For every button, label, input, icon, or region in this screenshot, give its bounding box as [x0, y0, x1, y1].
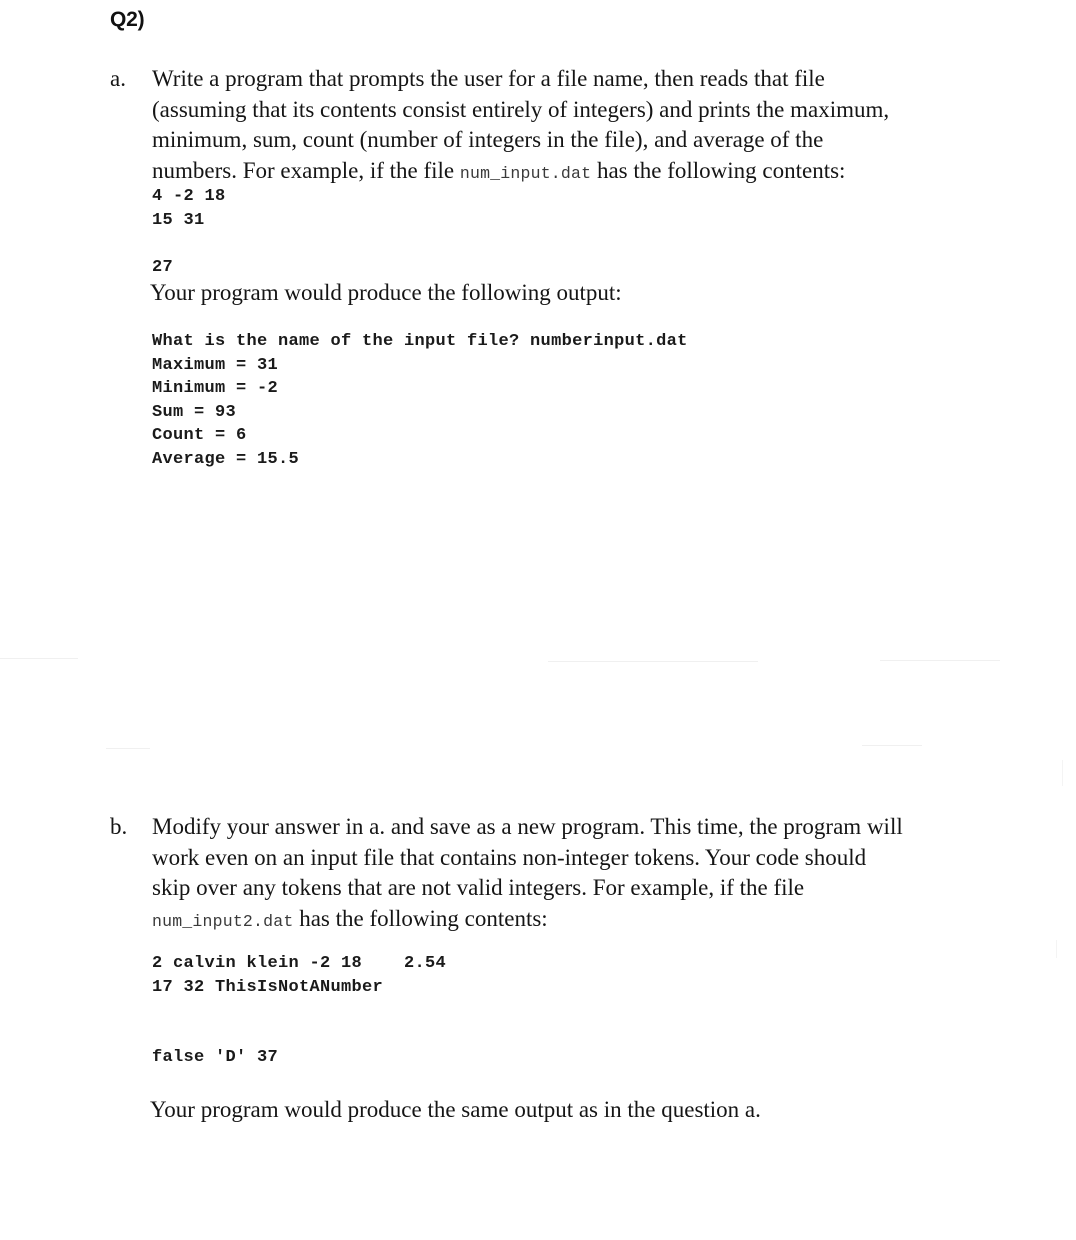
list-marker-a: a. — [110, 66, 126, 91]
item-b-line-1: Modify your answer in a. and save as a n… — [152, 814, 903, 839]
item-a-line-4-text: numbers. For example, if the file — [152, 157, 460, 183]
scan-artifact — [862, 745, 922, 746]
list-item-a: a. Write a program that prompts the user… — [110, 64, 992, 189]
scan-artifact — [548, 661, 758, 662]
item-b-line-2: work even on an input file that contains… — [152, 844, 867, 870]
file-contents-block-a: 4 -2 18 15 31 27 — [152, 187, 226, 277]
file-contents-block-b: 2 calvin klein -2 18 2.54 17 32 ThisIsNo… — [152, 954, 447, 1067]
list-item-b: b. Modify your answer in a. and save as … — [110, 812, 992, 937]
item-b-paragraph: Modify your answer in a. and save as a n… — [152, 812, 992, 937]
scan-artifact — [1062, 760, 1063, 786]
item-a-line-2: (assuming that its contents consist enti… — [152, 96, 890, 122]
inline-code-filename-a: num_input.dat — [459, 163, 592, 183]
item-b-line-4-tail: has the following contents: — [293, 905, 548, 931]
list-marker-b: b. — [110, 814, 128, 839]
item-a-line-3: minimum, sum, count (number of integers … — [152, 127, 824, 152]
item-a-line-1: Write a program that prompts the user fo… — [152, 66, 825, 91]
scan-artifact — [1056, 940, 1057, 958]
closing-line-b: Your program would produce the same outp… — [150, 1097, 761, 1122]
scan-artifact — [106, 748, 150, 749]
scan-artifact — [880, 660, 1000, 661]
document-page: Q2) a. Write a program that prompts the … — [0, 0, 1076, 1240]
program-output-block-a: What is the name of the input file? numb… — [152, 332, 688, 469]
item-b-line-3: skip over any tokens that are not valid … — [152, 875, 805, 900]
item-a-line-4-tail: has the following contents: — [591, 157, 846, 183]
scan-artifact — [0, 658, 78, 659]
inline-code-filename-b: num_input2.dat — [152, 911, 294, 931]
output-intro-a: Your program would produce the following… — [150, 280, 622, 305]
item-a-paragraph: Write a program that prompts the user fo… — [152, 64, 992, 189]
page-title: Q2) — [110, 8, 145, 31]
item-a-line-4: numbers. For example, if the file num_in… — [152, 156, 992, 190]
item-b-line-4: num_input2.dat has the following content… — [152, 904, 992, 938]
